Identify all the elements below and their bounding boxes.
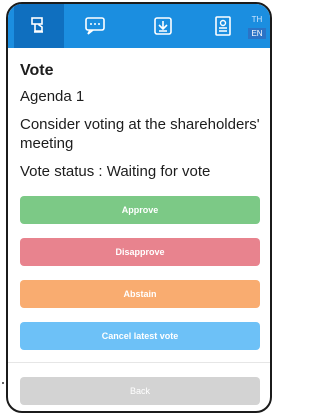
- language-switcher[interactable]: TH EN: [246, 9, 268, 43]
- approve-button[interactable]: Approve: [20, 196, 260, 224]
- chat-bubble-icon: [85, 17, 105, 35]
- abstain-button[interactable]: Abstain: [20, 280, 260, 308]
- profile-card-icon: [215, 16, 231, 36]
- language-en[interactable]: EN: [248, 27, 266, 39]
- top-navigation-bar: TH EN: [8, 4, 270, 48]
- tab-chat[interactable]: [70, 4, 120, 48]
- app-frame: TH EN Vote Agenda 1 Consider voting at t…: [6, 2, 272, 413]
- vote-status: Vote status : Waiting for vote: [20, 163, 211, 180]
- agenda-label: Agenda 1: [20, 88, 85, 105]
- hand-vote-icon: [31, 17, 43, 33]
- agenda-question: Consider voting at the shareholders' mee…: [20, 116, 260, 152]
- tab-vote[interactable]: [14, 4, 64, 48]
- footer-divider: [8, 362, 270, 363]
- back-button[interactable]: Back: [20, 377, 260, 405]
- disapprove-button[interactable]: Disapprove: [20, 238, 260, 266]
- page-title: Vote: [20, 62, 54, 79]
- language-th[interactable]: TH: [252, 14, 263, 26]
- download-icon: [154, 17, 172, 35]
- vote-content: Vote Agenda 1 Consider voting at the sha…: [20, 62, 262, 181]
- cancel-latest-vote-button[interactable]: Cancel latest vote: [20, 322, 260, 350]
- tab-profile[interactable]: [198, 4, 248, 48]
- edge-dot: [2, 382, 4, 384]
- tab-download[interactable]: [138, 4, 188, 48]
